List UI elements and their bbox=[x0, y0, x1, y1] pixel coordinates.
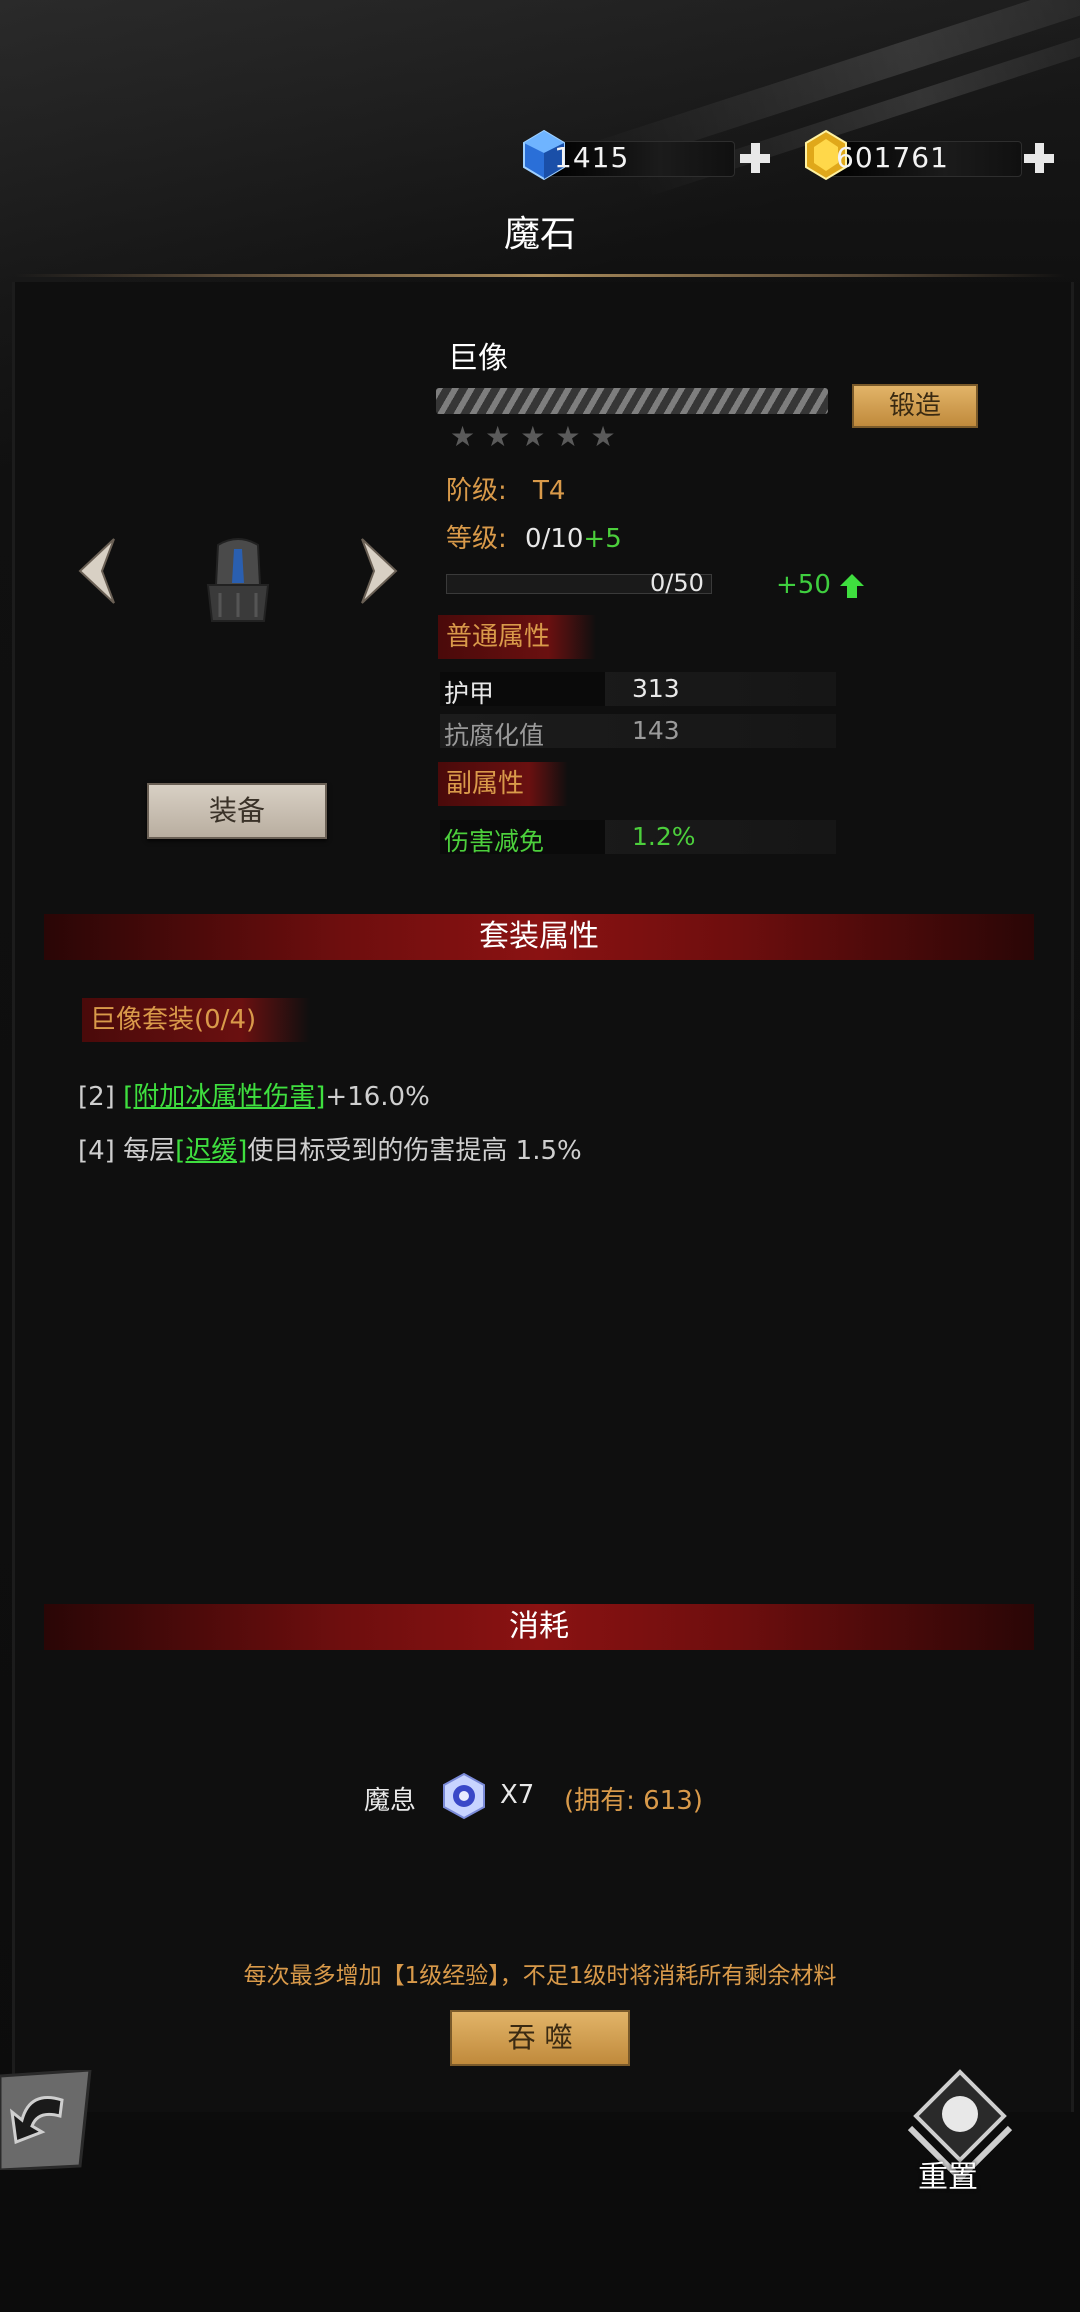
item-name: 巨像 bbox=[448, 341, 508, 376]
exp-value: 0/50 bbox=[650, 569, 704, 597]
star-icon: ★ bbox=[555, 420, 591, 453]
gold-amount: 601761 bbox=[836, 141, 949, 174]
equip-button[interactable]: 装备 bbox=[147, 783, 327, 839]
level-value: 0/10 bbox=[525, 524, 584, 554]
forge-button[interactable]: 锻造 bbox=[852, 384, 978, 428]
level-label: 等级: bbox=[446, 524, 507, 554]
exp-gain: +50 bbox=[776, 570, 831, 600]
level-row: 等级: 0/10+5 bbox=[446, 518, 622, 555]
magic-breath-icon[interactable] bbox=[440, 1772, 488, 1820]
add-gold-button[interactable] bbox=[1022, 141, 1056, 175]
set-bonus-suffix: +16.0% bbox=[325, 1082, 430, 1112]
up-arrow-icon bbox=[840, 574, 864, 598]
ice-damage-link[interactable]: [附加冰属性伤害] bbox=[123, 1082, 325, 1112]
sub-attrs-tag: 副属性 bbox=[438, 762, 568, 806]
add-gems-button[interactable] bbox=[738, 141, 772, 175]
set-bonus-prefix: [4] 每层 bbox=[78, 1136, 176, 1166]
set-name-tag: 巨像套装(0/4) bbox=[82, 998, 310, 1042]
devour-button[interactable]: 吞 噬 bbox=[450, 2010, 630, 2066]
material-owned: (拥有: 613) bbox=[564, 1786, 703, 1816]
star-icon: ★ bbox=[520, 420, 556, 453]
quality-bar bbox=[436, 388, 828, 414]
previous-arrow-icon[interactable] bbox=[68, 535, 124, 607]
consume-note: 每次最多增加【1级经验】，不足1级时将消耗所有剩余材料 bbox=[243, 1963, 837, 1989]
attr-name: 抗腐化值 bbox=[444, 721, 545, 750]
main-panel bbox=[12, 282, 1074, 2112]
colossus-helmet-icon bbox=[206, 538, 270, 622]
gem-amount: 1415 bbox=[554, 141, 630, 174]
attr-row-damage-reduction: 伤害减免 1.2% bbox=[440, 820, 836, 856]
consume-section-header: 消耗 bbox=[44, 1604, 1034, 1650]
attr-row-corrosion: 抗腐化值 143 bbox=[440, 714, 836, 750]
tier-value: T4 bbox=[533, 476, 566, 506]
star-rating: ★★★★★ bbox=[450, 420, 626, 453]
slow-link[interactable]: [迟缓] bbox=[175, 1136, 247, 1166]
tier-row: 阶级: T4 bbox=[446, 470, 565, 507]
reset-label: 重置 bbox=[918, 2160, 978, 2195]
material-name: 魔息 bbox=[364, 1786, 417, 1816]
tier-label: 阶级: bbox=[446, 476, 507, 506]
page-title: 魔石 bbox=[503, 214, 576, 255]
title-divider bbox=[15, 274, 1065, 277]
attr-value: 1.2% bbox=[632, 822, 696, 851]
attr-name: 伤害减免 bbox=[444, 827, 545, 856]
level-bonus: +5 bbox=[583, 524, 622, 554]
attr-name: 护甲 bbox=[444, 679, 495, 708]
gold-currency: 601761 bbox=[800, 129, 1065, 181]
next-arrow-icon[interactable] bbox=[352, 535, 408, 607]
set-section-header: 套装属性 bbox=[44, 914, 1034, 960]
set-bonus-prefix: [2] bbox=[78, 1082, 115, 1112]
material-quantity: X7 bbox=[500, 1780, 535, 1810]
back-arrow-icon[interactable] bbox=[0, 2070, 96, 2170]
attr-row-armor: 护甲 313 bbox=[440, 672, 836, 708]
attr-value: 313 bbox=[632, 674, 680, 703]
star-icon: ★ bbox=[590, 420, 626, 453]
set-bonus-2: [2] [附加冰属性伤害]+16.0% bbox=[78, 1076, 430, 1113]
gem-currency: 1415 bbox=[518, 129, 778, 181]
common-attrs-tag: 普通属性 bbox=[438, 615, 596, 659]
attr-value: 143 bbox=[632, 716, 680, 745]
star-icon: ★ bbox=[450, 420, 486, 453]
star-icon: ★ bbox=[485, 420, 521, 453]
set-bonus-suffix: 使目标受到的伤害提高 1.5% bbox=[247, 1136, 582, 1166]
set-bonus-4: [4] 每层[迟缓]使目标受到的伤害提高 1.5% bbox=[78, 1130, 582, 1167]
